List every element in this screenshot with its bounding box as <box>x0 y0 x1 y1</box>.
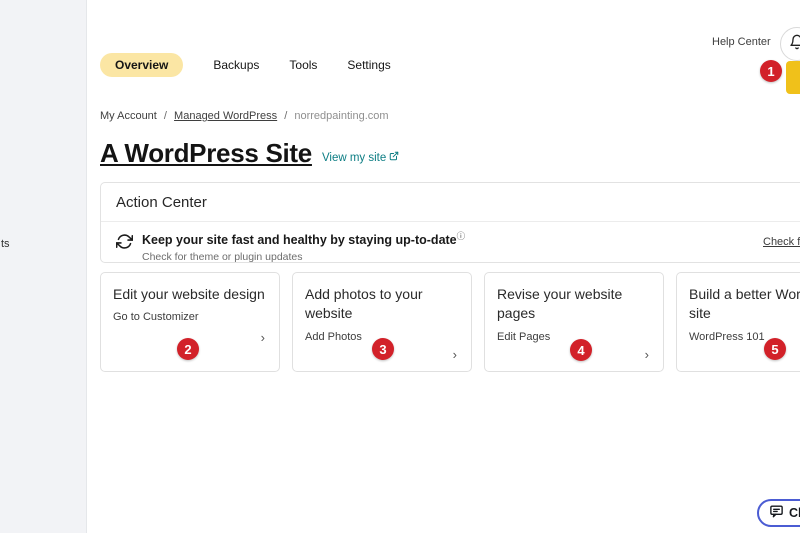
annotation-badge-1: 1 <box>760 60 782 82</box>
task-title: Keep your site fast and healthy by stayi… <box>142 231 465 248</box>
breadcrumb: My Account / Managed WordPress / norredp… <box>100 110 389 122</box>
chevron-right-icon[interactable]: › <box>261 331 265 344</box>
site-title-row: A WordPress Site View my site <box>100 138 399 169</box>
check-for-updates-link[interactable]: Check for updates <box>763 236 800 248</box>
tab-tools[interactable]: Tools <box>289 53 317 77</box>
breadcrumb-domain: norredpainting.com <box>294 110 389 122</box>
card-title: Edit your website design <box>113 286 265 302</box>
card-revise-pages[interactable]: Revise your website pages Edit Pages › 4 <box>484 272 664 372</box>
sidebar-item-label-fragment: ts <box>1 238 10 250</box>
view-my-site-link[interactable]: View my site <box>322 151 399 164</box>
annotation-badge-4: 4 <box>570 339 592 361</box>
task-subtitle: Check for theme or plugin updates <box>142 251 303 264</box>
action-center-heading: Action Center <box>116 194 207 211</box>
bell-icon <box>789 34 800 55</box>
sync-refresh-icon <box>115 233 134 263</box>
chat-icon <box>769 503 784 523</box>
view-my-site-label: View my site <box>321 151 387 164</box>
annotation-badge-5: 5 <box>764 338 786 360</box>
tab-overview[interactable]: Overview <box>100 53 184 77</box>
help-center-link[interactable]: Help Center <box>712 36 771 48</box>
external-link-icon <box>389 151 399 164</box>
task-card-row: Edit your website design Go to Customize… <box>100 272 800 372</box>
info-icon[interactable]: ⓘ <box>457 231 466 241</box>
card-edit-website-design[interactable]: Edit your website design Go to Customize… <box>100 272 280 372</box>
card-title: Add photos to your website <box>305 286 423 322</box>
breadcrumb-separator: / <box>163 110 167 122</box>
section-tabs: Overview Backups Tools Settings <box>100 53 391 77</box>
card-action-link[interactable]: Go to Customizer <box>113 311 267 323</box>
tab-backups[interactable]: Backups <box>213 53 259 77</box>
chat-label: Chat <box>789 506 800 520</box>
notifications-button[interactable] <box>780 27 800 61</box>
action-center-task-row[interactable]: Keep your site fast and healthy by stayi… <box>101 222 800 272</box>
breadcrumb-my-account[interactable]: My Account <box>100 110 157 122</box>
task-text-block: Keep your site fast and healthy by stayi… <box>142 231 465 263</box>
card-title: Revise your website pages <box>497 286 623 322</box>
page-title[interactable]: A WordPress Site <box>100 138 312 169</box>
task-title-text: Keep your site fast and healthy by stayi… <box>142 233 457 248</box>
annotation-badge-3: 3 <box>372 338 394 360</box>
card-wordpress-101[interactable]: Build a better WordPress site WordPress … <box>676 272 800 372</box>
chevron-right-icon[interactable]: › <box>645 348 649 361</box>
card-action-link[interactable]: WordPress 101 <box>689 331 800 343</box>
chevron-right-icon[interactable]: › <box>453 348 457 361</box>
card-add-photos[interactable]: Add photos to your website Add Photos › … <box>292 272 472 372</box>
primary-action-button[interactable] <box>786 61 800 94</box>
breadcrumb-managed-wordpress[interactable]: Managed WordPress <box>174 110 277 122</box>
tab-settings[interactable]: Settings <box>347 53 390 77</box>
action-center-panel: Action Center Keep your site fast and he… <box>100 182 800 263</box>
left-sidebar: ts <box>0 0 87 533</box>
breadcrumb-separator: / <box>284 110 288 122</box>
annotation-badge-2: 2 <box>177 338 199 360</box>
card-title: Build a better WordPress site <box>689 286 800 322</box>
chat-button[interactable]: Chat <box>757 499 800 527</box>
